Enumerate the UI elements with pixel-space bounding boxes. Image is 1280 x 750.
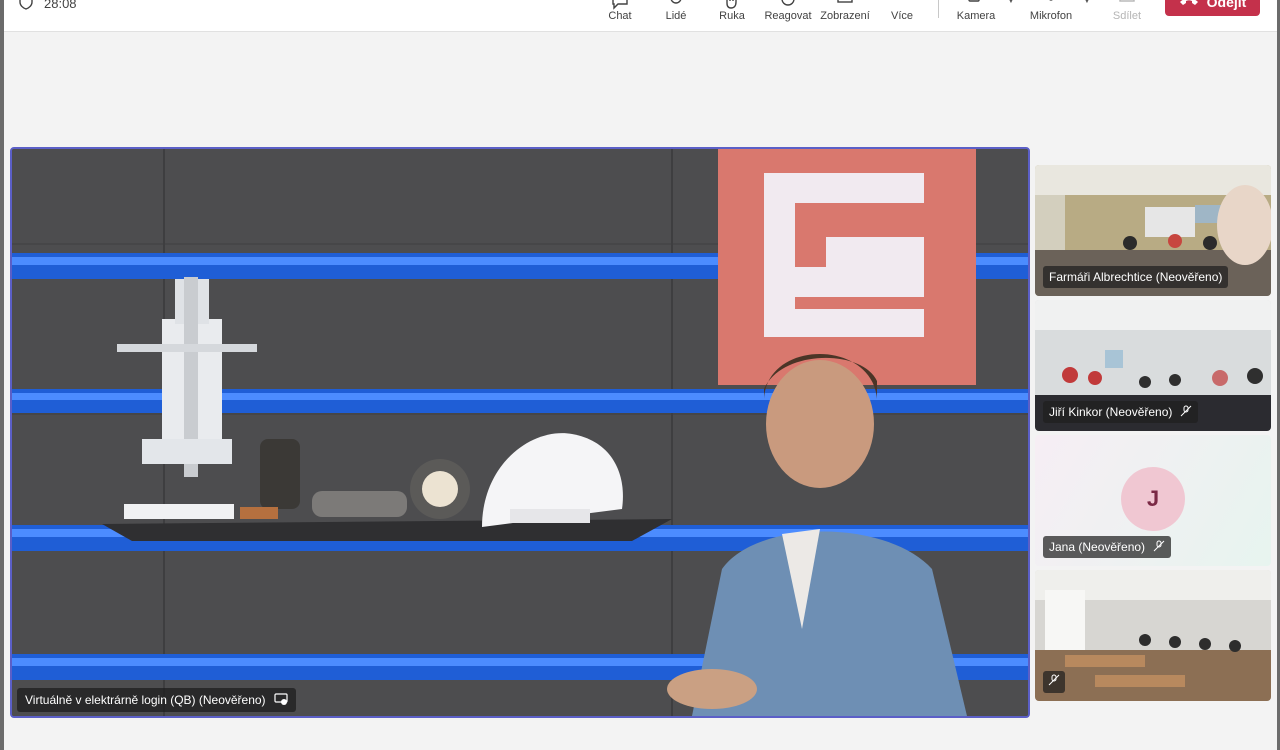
meeting-toolbar: 28:08 Chat Lidé Ruka Reagovat Zobrazení … xyxy=(4,0,1277,32)
people-label: Lidé xyxy=(665,10,687,22)
participant-name: Farmáři Albrechtice (Neověřeno) xyxy=(1049,270,1223,284)
more-label: Více xyxy=(890,10,913,22)
more-button[interactable]: Více xyxy=(882,0,922,32)
layout-icon xyxy=(834,0,856,5)
meeting-timer: 28:08 xyxy=(18,0,77,13)
mic-label: Mikrofon xyxy=(1029,10,1073,22)
classroom-video-feed xyxy=(1035,570,1271,701)
mic-off-icon xyxy=(1153,540,1165,555)
share-button[interactable]: Sdílet xyxy=(1108,0,1146,32)
participant-tile-2[interactable]: Jiří Kinkor (Neověřeno) xyxy=(1035,300,1271,431)
view-label: Zobrazení xyxy=(820,10,870,22)
share-icon xyxy=(1116,0,1138,5)
avatar: J xyxy=(1121,467,1185,531)
participant-name-tag: Jana (Neověřeno) xyxy=(1043,536,1172,558)
main-video-tile[interactable]: Virtuálně v elektrárně login (QB) (Neově… xyxy=(10,147,1030,718)
leave-button[interactable]: Odejít xyxy=(1165,0,1260,16)
mic-options-chevron-icon[interactable]: ▼ xyxy=(1083,0,1091,5)
timer-text: 28:08 xyxy=(44,0,77,11)
shield-icon xyxy=(18,0,34,13)
people-icon xyxy=(665,0,687,5)
view-button[interactable]: Zobrazení xyxy=(819,0,871,32)
react-button[interactable]: Reagovat xyxy=(762,0,814,32)
share-label: Sdílet xyxy=(1112,10,1142,22)
chat-label: Chat xyxy=(608,10,632,22)
camera-icon xyxy=(965,0,987,5)
participant-name-tag: Jiří Kinkor (Neověřeno) xyxy=(1043,401,1199,423)
participant-mute-indicator xyxy=(1043,671,1065,693)
chat-button[interactable]: Chat xyxy=(600,0,640,32)
mic-icon xyxy=(1040,0,1062,5)
participant-tile-1[interactable]: Farmáři Albrechtice (Neověřeno) xyxy=(1035,165,1271,296)
studio-video-feed xyxy=(12,149,1028,716)
camera-options-chevron-icon[interactable]: ▼ xyxy=(1007,0,1015,5)
participant-tile-3[interactable]: J Jana (Neověřeno) xyxy=(1035,435,1271,566)
camera-label: Kamera xyxy=(956,10,996,22)
participant-name: Jiří Kinkor (Neověřeno) xyxy=(1049,405,1173,419)
people-button[interactable]: Lidé xyxy=(656,0,696,32)
speaker-name: Virtuálně v elektrárně login (QB) (Neově… xyxy=(25,693,266,707)
mic-button[interactable]: Mikrofon xyxy=(1026,0,1076,32)
camera-button[interactable]: Kamera xyxy=(954,0,998,32)
participant-name: Jana (Neověřeno) xyxy=(1049,540,1146,554)
raise-hand-button[interactable]: Ruka xyxy=(712,0,752,32)
mic-off-icon xyxy=(1048,673,1060,691)
toolbar-divider xyxy=(938,0,939,18)
mic-off-icon xyxy=(1180,405,1192,420)
screen-share-icon xyxy=(273,692,288,709)
chat-icon xyxy=(609,0,631,10)
leave-label: Odejít xyxy=(1206,0,1247,10)
react-label: Reagovat xyxy=(764,10,812,22)
phone-hangup-icon xyxy=(1179,0,1199,10)
participant-name-tag: Farmáři Albrechtice (Neověřeno) xyxy=(1043,266,1229,288)
more-icon xyxy=(891,0,913,5)
hand-label: Ruka xyxy=(719,10,745,22)
smiley-icon xyxy=(777,0,799,6)
participant-tile-4[interactable] xyxy=(1035,570,1271,701)
speaker-name-tag: Virtuálně v elektrárně login (QB) (Neově… xyxy=(17,688,296,712)
hand-icon xyxy=(721,0,743,9)
window-frame-left xyxy=(0,0,4,750)
